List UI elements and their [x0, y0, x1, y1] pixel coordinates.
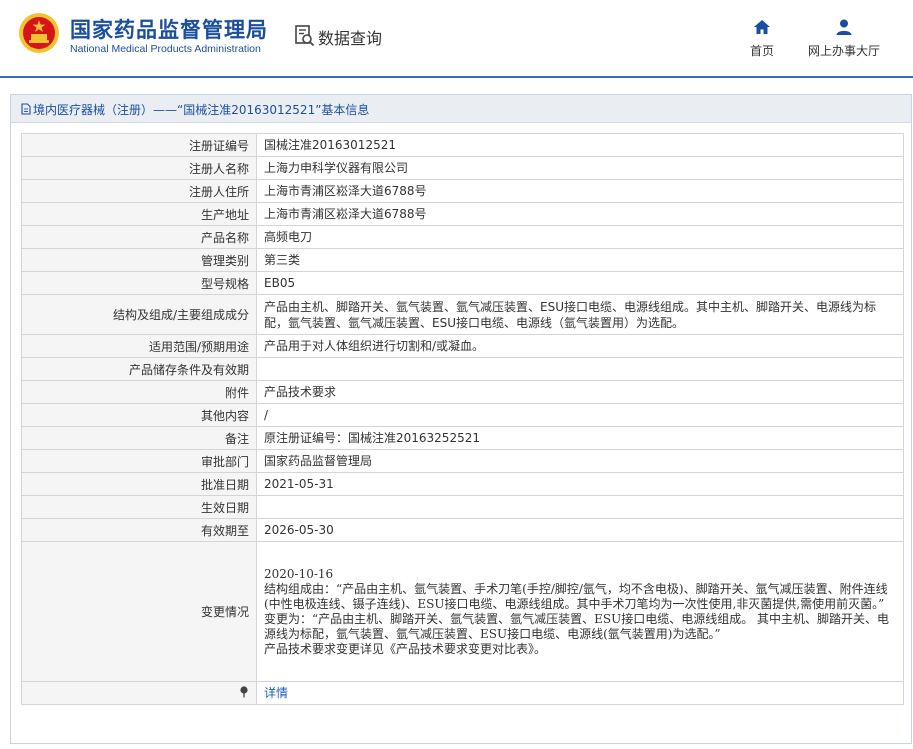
row-production-address: 生产地址 上海市青浦区崧泽大道6788号	[21, 202, 904, 226]
row-change-history: 变更情况 2020-10-16 结构组成由：“产品由主机、氩气装置、手术刀笔(手…	[21, 541, 904, 682]
row-key: 产品储存条件及有效期	[21, 357, 257, 381]
row-value: 国家药品监督管理局	[256, 449, 904, 473]
row-key: 批准日期	[21, 472, 257, 496]
row-registrant-address: 注册人住所 上海市青浦区崧泽大道6788号	[21, 179, 904, 203]
row-key: 注册人住所	[21, 179, 257, 203]
home-icon	[754, 20, 770, 34]
row-key: 适用范围/预期用途	[21, 334, 257, 358]
row-key: 生效日期	[21, 495, 257, 519]
panel-title-text: 境内医疗器械（注册）——“国械注准20163012521”基本信息	[33, 103, 370, 117]
row-approval-date: 批准日期 2021-05-31	[21, 472, 904, 496]
row-detail: 详情	[21, 681, 904, 705]
row-key: 注册证编号	[21, 133, 257, 157]
row-key: 有效期至	[21, 518, 257, 542]
row-structure-composition: 结构及组成/主要组成成分 产品由主机、脚踏开关、氩气装置、氩气减压装置、ESU接…	[21, 294, 904, 335]
registration-info-table: 注册证编号 国械注准20163012521 注册人名称 上海力申科学仪器有限公司…	[21, 133, 904, 705]
row-key: 产品名称	[21, 225, 257, 249]
row-value: 高频电刀	[256, 225, 904, 249]
row-value: 产品由主机、脚踏开关、氩气装置、氩气减压装置、ESU接口电缆、电源线组成。其中主…	[256, 294, 904, 335]
row-registration-number: 注册证编号 国械注准20163012521	[21, 133, 904, 157]
row-value: 第三类	[256, 248, 904, 272]
panel-header: 境内医疗器械（注册）——“国械注准20163012521”基本信息	[11, 95, 911, 123]
row-management-class: 管理类别 第三类	[21, 248, 904, 272]
change-history-content: 2020-10-16 结构组成由：“产品由主机、氩气装置、手术刀笔(手控/脚控/…	[256, 541, 904, 682]
row-value: EB05	[256, 271, 904, 295]
nav-home-label: 首页	[749, 44, 774, 58]
row-key: 备注	[21, 426, 257, 450]
row-value: /	[256, 403, 904, 427]
row-key: 其他内容	[21, 403, 257, 427]
nav-online-service-label: 网上办事大厅	[807, 44, 880, 58]
row-value	[256, 495, 904, 519]
row-key: 审批部门	[21, 449, 257, 473]
row-other-content: 其他内容 /	[21, 403, 904, 427]
row-value: 产品用于对人体组织进行切割和/或凝血。	[256, 334, 904, 358]
change-date: 2020-10-16	[264, 566, 334, 581]
row-key: 附件	[21, 380, 257, 404]
nav-home-link[interactable]: 首页	[742, 18, 782, 59]
row-storage-conditions: 产品储存条件及有效期	[21, 357, 904, 381]
row-value: 详情	[256, 681, 904, 705]
pin-icon	[240, 686, 248, 698]
row-value: 2026-05-30	[256, 518, 904, 542]
row-attachment: 附件 产品技术要求	[21, 380, 904, 404]
document-icon	[21, 103, 31, 115]
row-key: 变更情况	[21, 541, 257, 682]
change-technical-requirements-note: 产品技术要求变更详见《产品技术要求变更对比表》。	[264, 641, 547, 656]
panel-title: 境内医疗器械（注册）——“国械注准20163012521”基本信息	[21, 101, 369, 118]
row-value: 原注册证编号：国械注准20163252521	[256, 426, 904, 450]
row-approval-department: 审批部门 国家药品监督管理局	[21, 449, 904, 473]
user-icon	[836, 19, 852, 35]
site-title: 国家药品监督管理局	[70, 17, 268, 42]
row-valid-until: 有效期至 2026-05-30	[21, 518, 904, 542]
change-original-structure: 结构组成由：“产品由主机、氩气装置、手术刀笔(手控/脚控/氩气，均不含电极)、脚…	[264, 581, 888, 611]
document-search-icon	[295, 25, 315, 47]
row-key: 注册人名称	[21, 156, 257, 180]
row-value: 产品技术要求	[256, 380, 904, 404]
row-key-pin	[21, 681, 257, 705]
row-value: 国械注准20163012521	[256, 133, 904, 157]
national-emblem-icon	[19, 13, 59, 53]
row-intended-use: 适用范围/预期用途 产品用于对人体组织进行切割和/或凝血。	[21, 334, 904, 358]
site-title-english: National Medical Products Administration	[70, 43, 261, 55]
row-product-name: 产品名称 高频电刀	[21, 225, 904, 249]
row-value	[256, 357, 904, 381]
change-new-structure: 变更为：“产品由主机、脚踏开关、氩气装置、氩气减压装置、ESU接口电缆、电源线组…	[264, 611, 890, 641]
row-remarks: 备注 原注册证编号：国械注准20163252521	[21, 426, 904, 450]
row-key: 管理类别	[21, 248, 257, 272]
row-registrant-name: 注册人名称 上海力申科学仪器有限公司	[21, 156, 904, 180]
info-panel: 境内医疗器械（注册）——“国械注准20163012521”基本信息 注册证编号 …	[10, 94, 912, 744]
row-key: 型号规格	[21, 271, 257, 295]
row-value: 上海市青浦区崧泽大道6788号	[256, 202, 904, 226]
nav-online-service-link[interactable]: 网上办事大厅	[800, 18, 888, 59]
data-query-title: 数据查询	[318, 29, 383, 48]
row-value: 2021-05-31	[256, 472, 904, 496]
row-key: 生产地址	[21, 202, 257, 226]
detail-link[interactable]: 详情	[264, 686, 288, 700]
row-value: 上海市青浦区崧泽大道6788号	[256, 179, 904, 203]
row-model-spec: 型号规格 EB05	[21, 271, 904, 295]
row-key: 结构及组成/主要组成成分	[21, 294, 257, 335]
site-header: 国家药品监督管理局 National Medical Products Admi…	[0, 0, 913, 78]
row-value: 上海力申科学仪器有限公司	[256, 156, 904, 180]
row-effective-date: 生效日期	[21, 495, 904, 519]
